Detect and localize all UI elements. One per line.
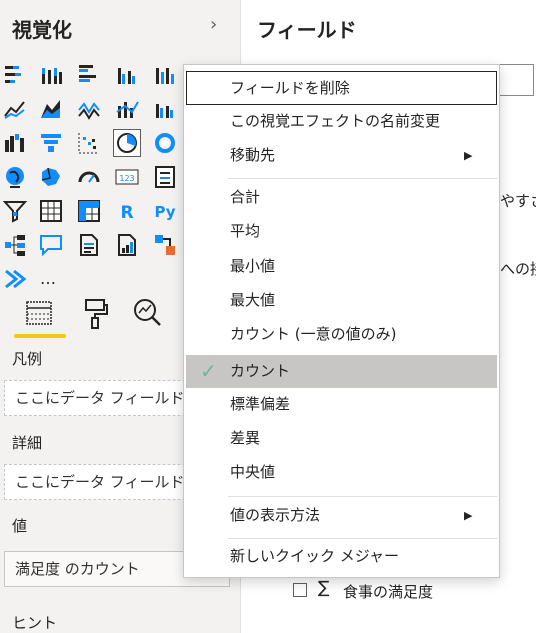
menu-item-label: 最大値 — [230, 291, 276, 309]
filled-map-icon[interactable] — [38, 164, 64, 190]
menu-item-label: 差異 — [230, 429, 261, 447]
smart-narrative-icon[interactable] — [76, 232, 102, 258]
stacked-column-icon[interactable] — [38, 62, 64, 88]
map-icon[interactable] — [2, 164, 28, 190]
svg-text:123: 123 — [119, 174, 134, 183]
card-icon[interactable]: 123 — [114, 164, 140, 190]
more-visuals-icon[interactable]: … — [40, 266, 66, 292]
r-visual-icon[interactable]: R — [114, 198, 140, 224]
power-automate-icon[interactable] — [152, 232, 178, 258]
gauge-icon[interactable] — [76, 164, 102, 190]
table-icon[interactable] — [38, 198, 64, 224]
active-tab-underline — [14, 334, 66, 338]
details-label: 詳細 — [12, 434, 43, 452]
menu-item-maximum[interactable]: 最大値 — [186, 284, 497, 317]
multirow-card-icon[interactable] — [152, 164, 178, 190]
funnel-icon[interactable] — [38, 130, 64, 156]
menu-item-label: 標準偏差 — [230, 395, 291, 413]
stacked-area-icon[interactable] — [76, 96, 102, 122]
area-chart-icon[interactable] — [38, 96, 64, 122]
fields-title: フィールド — [257, 18, 357, 42]
slicer-icon[interactable] — [2, 198, 28, 224]
menu-item-label: 合計 — [230, 188, 261, 206]
chevron-right-icon[interactable]: › — [210, 14, 217, 35]
power-apps-icon[interactable] — [2, 266, 28, 292]
menu-item-label: 最小値 — [230, 257, 276, 275]
checkmark-icon: ✓ — [200, 359, 217, 383]
values-label: 値 — [12, 517, 28, 535]
menu-item-variance[interactable]: 差異 — [186, 422, 497, 455]
menu-item-rename[interactable]: この視覚エフェクトの名前変更 — [186, 105, 497, 138]
decomposition-tree-icon[interactable] — [2, 232, 28, 258]
line-clustered-column-icon[interactable] — [152, 96, 178, 122]
svg-text:R: R — [120, 203, 133, 223]
donut-icon[interactable] — [152, 130, 178, 156]
clustered-column-icon[interactable] — [114, 62, 140, 88]
menu-item-label: カウント (一意の値のみ) — [230, 325, 397, 343]
menu-item-label: この視覚エフェクトの名前変更 — [230, 112, 441, 130]
menu-item-minimum[interactable]: 最小値 — [186, 250, 497, 283]
menu-item-std-dev[interactable]: 標準偏差 — [186, 388, 497, 421]
analytics-tab-icon[interactable] — [130, 296, 164, 330]
menu-item-new-quick-measure[interactable]: 新しいクイック メジャー — [186, 540, 497, 573]
tooltips-label: ヒント — [12, 614, 58, 632]
fields-tab-icon[interactable] — [22, 296, 56, 330]
scatter-icon[interactable] — [76, 130, 102, 156]
python-visual-icon[interactable]: Py — [152, 198, 178, 224]
line-chart-icon[interactable] — [2, 96, 28, 122]
menu-separator — [228, 178, 497, 179]
menu-item-count-distinct[interactable]: カウント (一意の値のみ) — [186, 318, 497, 351]
field-partial-text-1: やすさ — [500, 192, 536, 210]
menu-item-sum[interactable]: 合計 — [186, 181, 497, 214]
menu-item-label: カウント — [230, 362, 291, 380]
field-context-menu: フィールドを削除 この視覚エフェクトの名前変更 移動先 ▶ 合計 平均 最小値 最… — [183, 64, 500, 578]
submenu-arrow-icon: ▶ — [464, 509, 473, 522]
field-name[interactable]: 食事の満足度 — [343, 581, 433, 602]
menu-item-label: 新しいクイック メジャー — [230, 547, 400, 565]
waterfall-icon[interactable] — [2, 130, 28, 156]
svg-text:Py: Py — [154, 203, 175, 221]
menu-item-move-to[interactable]: 移動先 ▶ — [186, 139, 497, 172]
menu-item-label: 平均 — [230, 222, 261, 240]
submenu-arrow-icon: ▶ — [464, 149, 473, 162]
menu-item-show-value-as[interactable]: 値の表示方法 ▶ — [186, 499, 497, 532]
format-tab-icon[interactable] — [78, 296, 112, 330]
legend-label: 凡例 — [12, 350, 43, 368]
qa-icon[interactable] — [38, 232, 64, 258]
menu-item-average[interactable]: 平均 — [186, 215, 497, 248]
line-column-icon[interactable] — [114, 96, 140, 122]
visualizations-title: 視覚化 — [12, 18, 72, 42]
clustered-bar-icon[interactable] — [76, 62, 102, 88]
menu-separator — [228, 496, 497, 497]
pie-icon[interactable] — [113, 129, 141, 157]
percent-bar-icon[interactable] — [152, 62, 178, 88]
sigma-icon: ∑ — [318, 578, 330, 598]
field-checkbox[interactable] — [293, 583, 307, 597]
field-partial-text-2: への接 — [500, 260, 536, 278]
menu-item-label: 移動先 — [230, 146, 276, 164]
menu-item-remove-field[interactable]: フィールドを削除 — [186, 71, 497, 105]
menu-separator — [228, 538, 497, 539]
menu-item-count[interactable]: ✓ カウント — [186, 355, 497, 388]
matrix-icon[interactable] — [76, 198, 102, 224]
paginated-report-icon[interactable] — [114, 232, 140, 258]
menu-item-label: フィールドを削除 — [230, 79, 350, 97]
menu-item-label: 値の表示方法 — [230, 506, 321, 524]
stacked-bar-icon[interactable] — [2, 62, 28, 88]
menu-item-median[interactable]: 中央値 — [186, 456, 497, 489]
menu-item-label: 中央値 — [230, 463, 276, 481]
